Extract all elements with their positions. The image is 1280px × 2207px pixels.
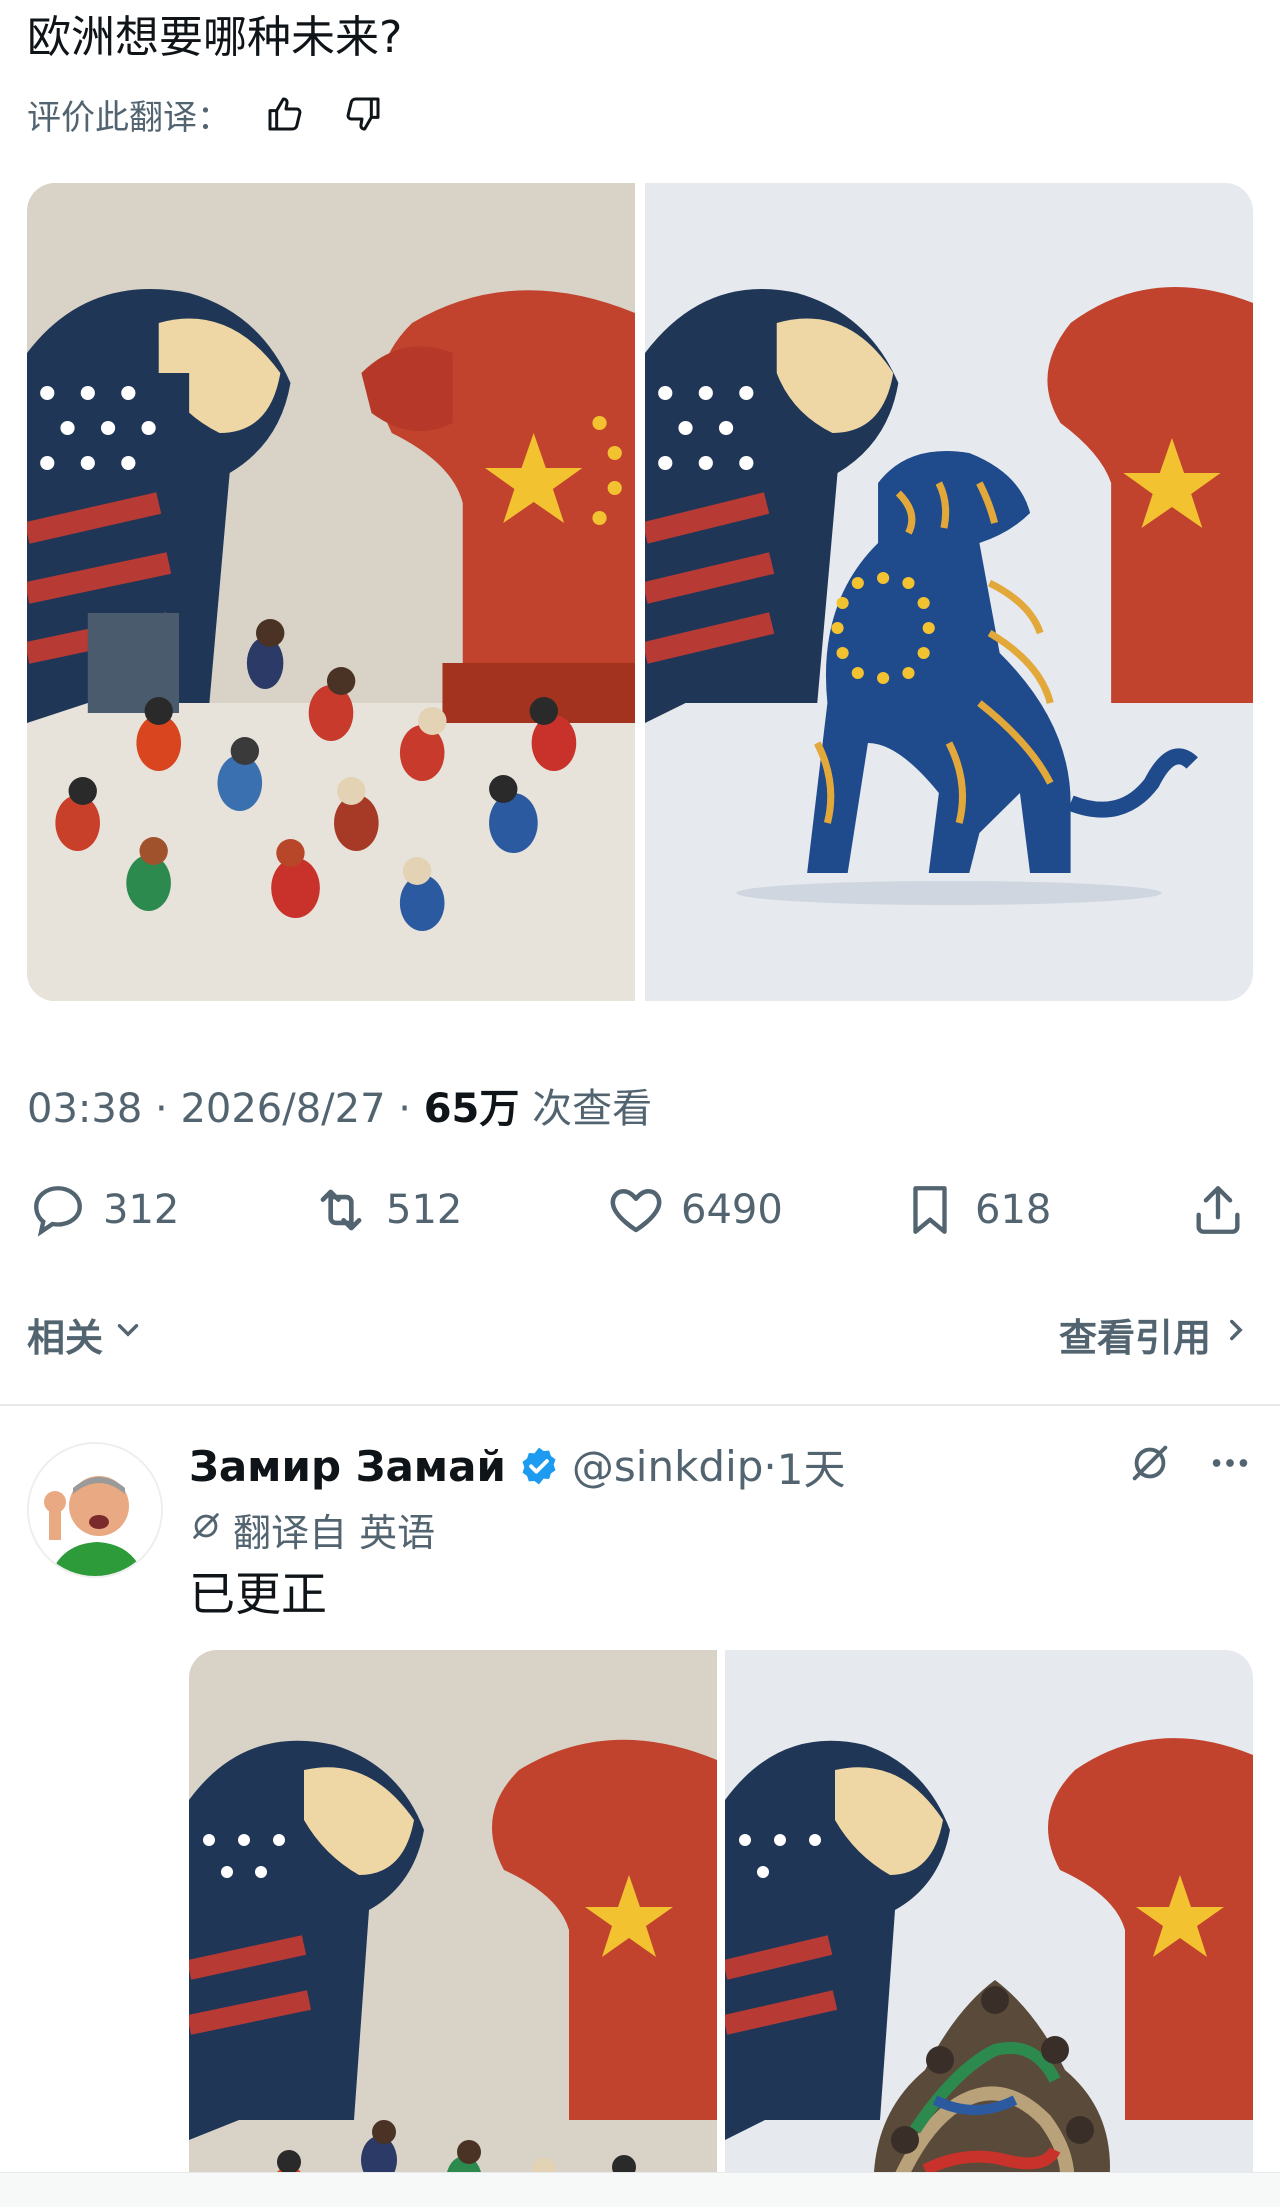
retweet-count: 512 — [386, 1187, 463, 1233]
like-button[interactable]: 6490 — [605, 1175, 783, 1245]
like-icon — [605, 1179, 667, 1241]
tweet-action-bar: 312 512 6490 618 — [27, 1175, 1253, 1245]
verified-icon — [518, 1445, 560, 1487]
reply-media-image-lions-and-snakes[interactable] — [725, 1650, 1253, 2207]
reply-text: 已更正 — [189, 1567, 327, 1621]
bookmark-icon — [899, 1179, 961, 1241]
reply-author-handle[interactable]: @sinkdip — [572, 1442, 763, 1491]
reply-header: Замир Замай @sinkdip · 1天 — [189, 1434, 846, 1498]
translate-icon[interactable] — [1127, 1440, 1173, 1490]
rate-translation-row: 评价此翻译： — [27, 90, 387, 138]
tweet-text: 欧洲想要哪种未来? — [27, 12, 403, 63]
retweet-icon — [310, 1179, 372, 1241]
like-count: 6490 — [681, 1187, 783, 1233]
tweet-media-grid[interactable] — [27, 183, 1253, 1001]
reply-media-image-lions-and-dogs[interactable] — [189, 1650, 717, 2207]
retweet-button[interactable]: 512 — [310, 1175, 462, 1245]
media-image-lions-and-dogs[interactable] — [27, 183, 635, 1001]
reply-author-name[interactable]: Замир Замай — [189, 1442, 506, 1491]
thumbs-down-icon[interactable] — [339, 90, 387, 138]
share-button[interactable] — [1187, 1175, 1263, 1245]
rate-translation-label: 评价此翻译： — [27, 97, 231, 138]
bookmark-button[interactable]: 618 — [899, 1175, 1051, 1245]
media-image-lions-and-tiger[interactable] — [645, 183, 1253, 1001]
related-label: 相关 — [27, 1315, 104, 1360]
related-row: 相关 查看引用 — [27, 1306, 1253, 1362]
tweet-meta: 03:38 · 2026/8/27 · 65万 次查看 — [27, 1086, 653, 1132]
bottom-reply-bar[interactable] — [0, 2172, 1280, 2207]
views-label: 次查看 — [532, 1086, 653, 1132]
reply-tweet[interactable]: Замир Замай @sinkdip · 1天 翻译自 英语 已更正 — [0, 1406, 1280, 2207]
reply-count: 312 — [103, 1187, 180, 1233]
reply-media-grid[interactable] — [189, 1650, 1253, 2207]
reply-time[interactable]: 1天 — [777, 1436, 846, 1497]
bookmark-count: 618 — [975, 1187, 1052, 1233]
thumbs-up-icon[interactable] — [261, 90, 309, 138]
reply-icon — [27, 1179, 89, 1241]
more-icon[interactable] — [1207, 1440, 1253, 1490]
related-dropdown[interactable]: 相关 — [27, 1307, 145, 1362]
reply-button[interactable]: 312 — [27, 1175, 179, 1245]
translated-from[interactable]: 翻译自 英语 — [189, 1502, 435, 1557]
reply-top-actions — [1127, 1440, 1253, 1490]
view-quotes-link[interactable]: 查看引用 — [1059, 1307, 1253, 1362]
translate-icon — [189, 1508, 223, 1552]
tweet-time: 03:38 — [27, 1086, 143, 1132]
avatar[interactable] — [27, 1442, 163, 1578]
tweet-date: 2026/8/27 — [180, 1086, 386, 1132]
translated-from-label: 翻译自 英语 — [233, 1511, 436, 1555]
share-icon — [1187, 1179, 1249, 1241]
views-count: 65万 — [423, 1086, 520, 1132]
view-quotes-label: 查看引用 — [1058, 1315, 1211, 1360]
chevron-right-icon — [1219, 1312, 1253, 1356]
chevron-down-icon — [111, 1312, 145, 1356]
